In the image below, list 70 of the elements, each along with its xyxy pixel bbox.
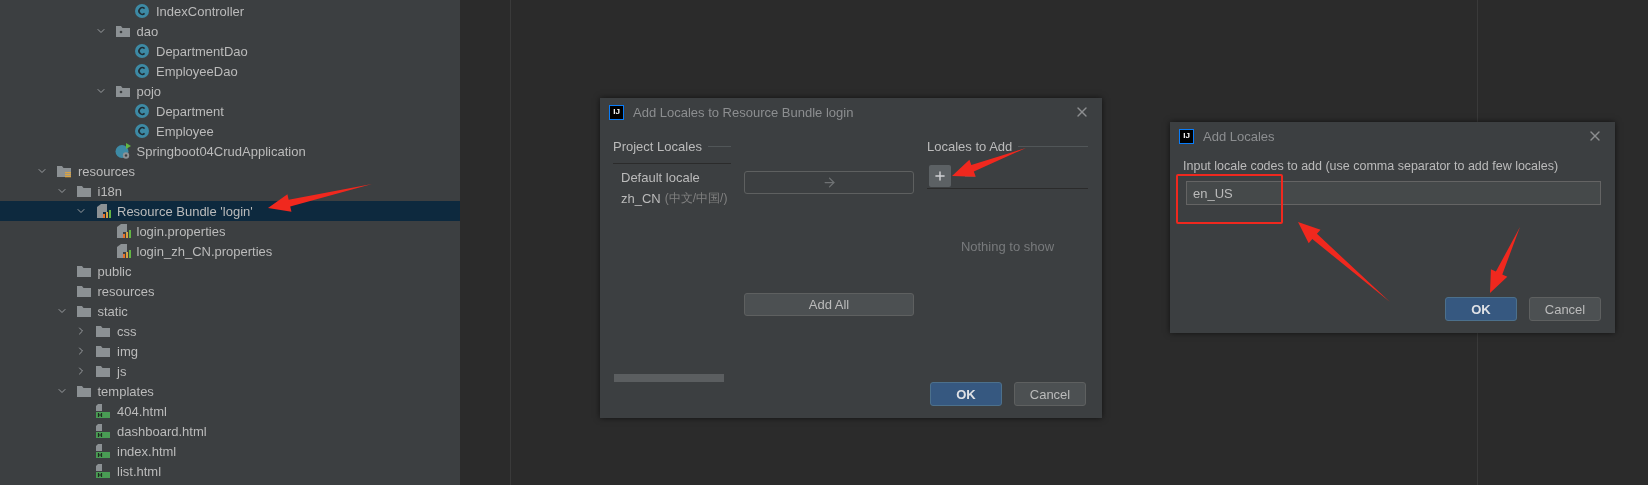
tree-item[interactable]: pojo — [0, 81, 460, 101]
tree-item[interactable]: login.properties — [0, 221, 460, 241]
arrow-right-icon — [821, 175, 837, 190]
move-right-button[interactable] — [744, 171, 914, 194]
html-file-icon — [95, 423, 111, 439]
properties-file-icon — [114, 243, 131, 259]
package-folder-icon — [114, 23, 131, 39]
section-heading: Locales to Add — [927, 138, 1013, 154]
ok-button[interactable]: OK — [930, 382, 1002, 406]
tree-item[interactable]: Resource Bundle 'login' — [0, 201, 460, 221]
app-logo: IJ — [609, 104, 624, 120]
html-file-icon — [95, 403, 111, 419]
tree-item[interactable]: js — [0, 361, 460, 381]
tree-item[interactable]: dashboard.html — [0, 421, 460, 441]
tree-item[interactable]: i18n — [0, 181, 460, 201]
dialog-title: Add Locales to Resource Bundle login — [633, 104, 855, 120]
cancel-button[interactable]: Cancel — [1529, 297, 1601, 321]
field-label: Input locale codes to add (use comma separator to add few locales) — [1183, 159, 1560, 173]
html-file-icon — [95, 443, 111, 459]
tree-item[interactable]: 404.html — [0, 401, 460, 421]
tree-item[interactable]: img — [0, 341, 460, 361]
folder-icon — [75, 183, 92, 199]
class-icon — [134, 103, 150, 119]
folder-icon — [75, 383, 92, 399]
resources-folder-icon — [56, 163, 72, 179]
annotation-arrow — [1490, 227, 1520, 293]
locale-item[interactable]: Default locale — [621, 167, 731, 188]
tree-item[interactable]: static — [0, 301, 460, 321]
tree-item[interactable]: resources — [0, 281, 460, 301]
section-heading: Project Locales — [613, 138, 702, 154]
scrollbar[interactable] — [614, 374, 724, 382]
application-class-icon — [114, 143, 131, 159]
class-icon — [134, 43, 150, 59]
cancel-button[interactable]: Cancel — [1014, 382, 1086, 406]
dialog-title: Add Locales — [1203, 128, 1276, 144]
tree-item[interactable]: public — [0, 261, 460, 281]
tree-item[interactable]: dao — [0, 21, 460, 41]
add-button[interactable] — [929, 165, 951, 187]
plus-icon — [933, 169, 947, 183]
properties-file-icon — [114, 223, 131, 239]
class-icon — [134, 123, 150, 139]
folder-icon — [95, 323, 111, 339]
folder-icon — [75, 263, 92, 279]
tree-item[interactable]: list.html — [0, 461, 460, 481]
empty-message: Nothing to show — [959, 239, 1056, 254]
tree-item[interactable]: EmployeeDao — [0, 61, 460, 81]
package-folder-icon — [114, 83, 131, 99]
tree-item[interactable]: css — [0, 321, 460, 341]
html-file-icon — [95, 463, 111, 479]
ok-button[interactable]: OK — [1445, 297, 1517, 321]
tree-item[interactable]: Employee — [0, 121, 460, 141]
add-all-button[interactable]: Add All — [744, 293, 914, 316]
tree-item[interactable]: templates — [0, 381, 460, 401]
tree-item[interactable]: login_zh_CN.properties — [0, 241, 460, 261]
app-logo: IJ — [1179, 128, 1194, 144]
bundle-icon — [95, 203, 111, 219]
tree-item[interactable]: DepartmentDao — [0, 41, 460, 61]
tree-item[interactable]: resources — [0, 161, 460, 181]
tree-item[interactable]: Department — [0, 101, 460, 121]
tree-item[interactable]: index.html — [0, 441, 460, 461]
tree-item[interactable]: IndexController — [0, 1, 460, 21]
class-icon — [134, 63, 150, 79]
folder-icon — [75, 283, 92, 299]
folder-icon — [75, 303, 92, 319]
folder-icon — [95, 343, 111, 359]
folder-icon — [95, 363, 111, 379]
class-icon — [134, 3, 150, 19]
tree-item[interactable]: Springboot04CrudApplication — [0, 141, 460, 161]
locale-item[interactable]: zh_CN (中文/中国/) — [621, 188, 731, 209]
locale-codes-field[interactable]: en_US — [1186, 181, 1601, 205]
